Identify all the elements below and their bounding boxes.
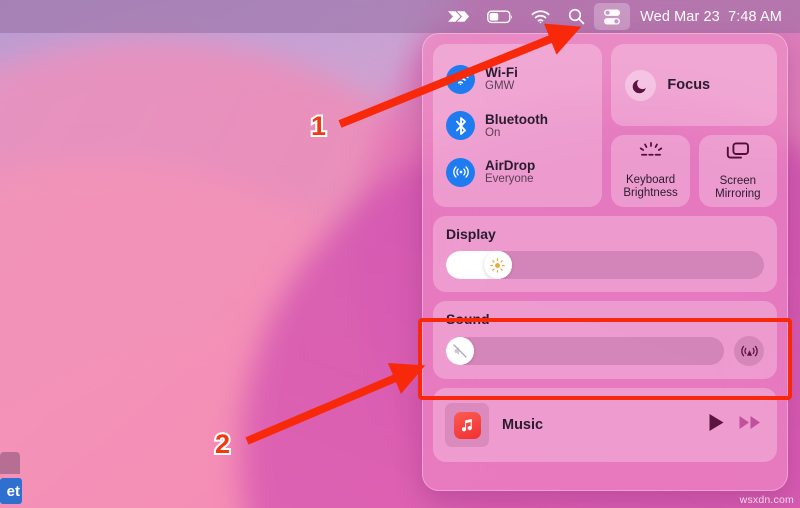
bluetooth-icon	[446, 111, 475, 141]
display-label: Display	[446, 226, 496, 243]
fast-forward-icon[interactable]	[739, 415, 761, 435]
corner-badge[interactable]: et	[0, 478, 22, 504]
connectivity-title: Bluetooth	[485, 111, 548, 127]
screen-mirroring-icon	[725, 141, 751, 168]
display-slider-track[interactable]	[446, 251, 764, 280]
menu-bar: Wed Mar 23 7:48 AM	[0, 0, 800, 33]
connectivity-subtitle: GMW	[485, 80, 515, 93]
connectivity-item-wifi[interactable]: Wi-Fi GMW	[433, 60, 602, 99]
connectivity-subtitle: On	[485, 126, 501, 139]
keyboard-brightness-tile[interactable]: Keyboard Brightness	[611, 135, 690, 208]
airdrop-icon	[446, 157, 475, 187]
display-tile: Display	[433, 216, 777, 293]
connectivity-item-bluetooth[interactable]: Bluetooth On	[433, 106, 602, 145]
display-slider[interactable]	[446, 251, 764, 280]
play-icon[interactable]	[708, 413, 725, 437]
control-center-top-row: Wi-Fi GMW Bluetooth On AirDrop Everyone …	[433, 44, 778, 208]
battery-icon[interactable]	[478, 3, 522, 30]
connectivity-title: Wi-Fi	[485, 65, 518, 81]
connectivity-title: AirDrop	[485, 158, 536, 174]
menu-bar-clock[interactable]: Wed Mar 23 7:48 AM	[630, 9, 788, 25]
connectivity-subtitle: Everyone	[485, 173, 534, 186]
music-title: Music	[502, 417, 544, 434]
watermark: wsxdn.com	[739, 494, 794, 506]
moon-icon	[625, 69, 657, 101]
wifi-icon[interactable]	[522, 3, 559, 30]
wifi-icon	[446, 64, 475, 94]
control-center-mini-tiles: Keyboard Brightness Screen Mirroring	[611, 135, 778, 208]
connectivity-tile: Wi-Fi GMW Bluetooth On AirDrop Everyone	[433, 44, 603, 208]
spotlight-search-icon[interactable]	[559, 3, 594, 30]
keyboard-brightness-label: Keyboard Brightness	[623, 174, 678, 200]
music-app-icon	[453, 411, 481, 439]
focus-tile[interactable]: Focus	[611, 44, 777, 126]
connectivity-item-airdrop[interactable]: AirDrop Everyone	[433, 153, 602, 192]
control-center-right-column: Focus Keyboard Brightness Screen Mirrori…	[611, 44, 778, 208]
keyboard-brightness-icon	[637, 142, 665, 167]
sound-highlight-box	[418, 318, 792, 400]
screen-mirroring-label: Screen Mirroring	[715, 175, 761, 201]
display-slider-knob[interactable]	[483, 251, 512, 280]
music-controls	[708, 413, 761, 437]
music-album-art	[445, 403, 489, 448]
focus-label: Focus	[667, 77, 711, 93]
app-chevrons-icon[interactable]	[439, 3, 478, 30]
control-center-panel: Wi-Fi GMW Bluetooth On AirDrop Everyone …	[422, 33, 788, 491]
screen-mirroring-tile[interactable]: Screen Mirroring	[698, 135, 778, 208]
dock-icon-fragment	[0, 452, 20, 474]
control-center-icon[interactable]	[594, 3, 631, 30]
